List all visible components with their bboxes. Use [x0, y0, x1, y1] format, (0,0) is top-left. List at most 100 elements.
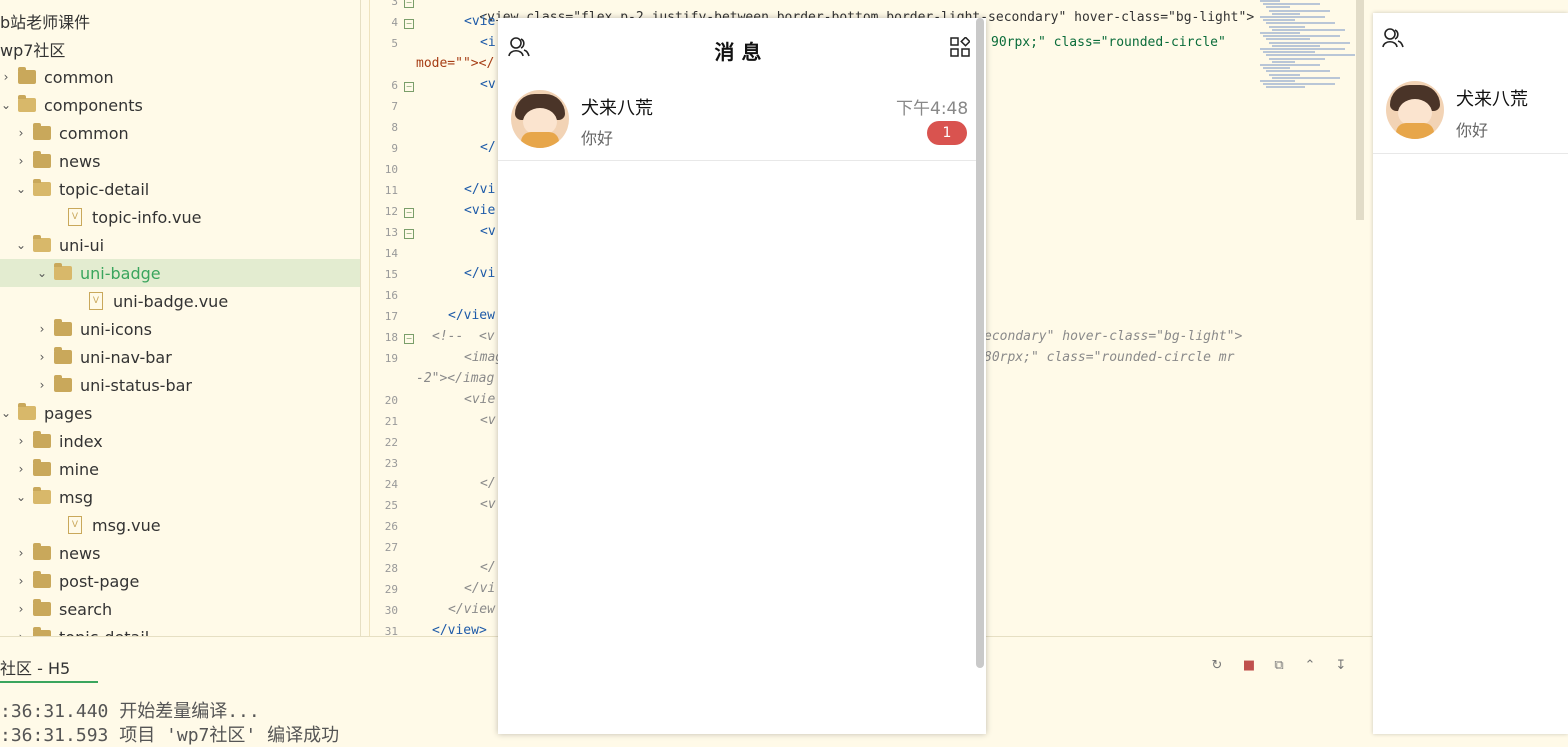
tree-item[interactable]: ›topic-detail [0, 623, 360, 637]
tree-item[interactable]: › uni-status-bar [0, 371, 360, 399]
line-number: 24 [384, 478, 398, 491]
chevron-right-icon[interactable]: › [15, 546, 27, 560]
minimap-line [1263, 19, 1295, 22]
chevron-down-icon[interactable]: ⌄ [0, 406, 12, 420]
line-number: 16 [384, 289, 398, 302]
tree-item[interactable]: › uni-nav-bar [0, 343, 360, 371]
tree-item[interactable]: › news [0, 147, 360, 175]
chevron-down-icon[interactable]: ⌄ [15, 182, 27, 196]
preview-scrollbar[interactable] [976, 18, 984, 668]
editor-scrollbar[interactable] [1356, 0, 1364, 220]
editor-minimap[interactable] [1256, 0, 1356, 100]
line-number: 9 [391, 142, 398, 155]
tree-item[interactable]: › uni-icons [0, 315, 360, 343]
tree-item-label: wp7社区 [0, 41, 66, 60]
chevron-right-icon[interactable]: › [15, 602, 27, 616]
line-number: 18 [384, 331, 398, 344]
console-tab[interactable]: 社区 - H5 [0, 655, 98, 683]
minimap-line [1266, 38, 1310, 41]
chevron-right-icon[interactable]: › [15, 434, 27, 448]
fold-toggle-icon[interactable]: − [404, 229, 414, 239]
message-list-item[interactable]: 犬来八荒 你好 下午4:48 1 [498, 80, 978, 161]
tree-item[interactable]: Vmsg.vue [0, 511, 360, 539]
fold-toggle-icon[interactable]: − [404, 0, 414, 8]
stop-icon[interactable]: ■ [1240, 657, 1258, 675]
message-preview: 你好 [581, 129, 614, 148]
folder-icon [33, 123, 51, 140]
tree-item[interactable]: Vuni-badge.vue [0, 287, 360, 315]
chevron-right-icon[interactable]: › [15, 126, 27, 140]
chevron-right-icon[interactable]: › [36, 350, 48, 364]
folder-icon [33, 459, 51, 476]
tree-item[interactable]: › mine [0, 455, 360, 483]
line-number: 20 [384, 394, 398, 407]
editor-gutter: 3−4−5 6−7 8 9 10 11 12−13−14 15 16 17 18−19 20 21 22 2… [369, 0, 420, 638]
tree-item[interactable]: › news [0, 539, 360, 567]
tree-item-label: components [44, 95, 143, 115]
code-line-5-tail: 90rpx;" class="rounded-circle" [991, 35, 1226, 50]
folder-icon [33, 487, 51, 504]
tree-item-label: news [59, 543, 101, 563]
tree-item-label: post-page [59, 571, 140, 591]
reload-icon[interactable]: ↻ [1208, 657, 1226, 675]
tree-item[interactable]: Vtopic-info.vue [0, 203, 360, 231]
chevron-right-icon[interactable]: › [15, 574, 27, 588]
message-list-item[interactable]: 犬来八荒 你好 [1373, 73, 1568, 154]
fold-toggle-icon[interactable]: − [404, 334, 414, 344]
tree-item[interactable]: ⌄ components [0, 91, 360, 119]
line-number: 8 [391, 121, 398, 134]
scroll-end-icon[interactable]: ↧ [1332, 657, 1350, 675]
minimap-line [1269, 9, 1330, 12]
line-number: 12 [384, 205, 398, 218]
minimap-line [1272, 76, 1340, 79]
fold-toggle-icon[interactable]: − [404, 208, 414, 218]
tree-item-label: mine [59, 459, 100, 479]
chevron-down-icon[interactable]: ⌄ [0, 98, 12, 112]
line-number: 13 [384, 226, 398, 239]
minimap-line [1260, 48, 1345, 50]
chevron-up-icon[interactable]: ⌃ [1301, 657, 1319, 675]
contacts-icon[interactable] [1382, 27, 1404, 49]
chevron-right-icon[interactable]: › [15, 462, 27, 476]
tree-item[interactable]: › search [0, 595, 360, 623]
tree-item-label: msg.vue [92, 515, 161, 535]
chevron-down-icon[interactable]: ⌄ [36, 266, 48, 280]
vue-file-icon: V [68, 516, 82, 534]
open-external-icon[interactable]: ⧉ [1270, 657, 1288, 675]
tree-item[interactable]: ⌄ topic-detail [0, 175, 360, 203]
line-number: 14 [384, 247, 398, 260]
folder-icon [33, 151, 51, 168]
tree-item[interactable]: › common [0, 119, 360, 147]
tree-item[interactable]: b站老师课件 [0, 7, 360, 35]
chevron-right-icon[interactable]: › [36, 322, 48, 336]
fold-toggle-icon[interactable]: − [404, 19, 414, 29]
tree-item-label: msg [59, 487, 94, 507]
chevron-right-icon[interactable]: › [15, 154, 27, 168]
chevron-down-icon[interactable]: ⌄ [15, 490, 27, 504]
chevron-right-icon[interactable]: › [0, 70, 12, 84]
chevron-right-icon[interactable]: › [36, 378, 48, 392]
tree-item[interactable]: › post-page [0, 567, 360, 595]
code-line-21: <v [480, 413, 496, 428]
code-line-4: <vie [464, 14, 496, 29]
tree-item[interactable]: ⌄ pages [0, 399, 360, 427]
minimap-line [1260, 16, 1325, 18]
minimap-line [1263, 35, 1340, 38]
tree-item[interactable]: ⌄ uni-badge [0, 259, 360, 287]
nav-bar: 消 息 [498, 18, 978, 80]
minimap-line [1260, 32, 1300, 34]
fold-toggle-icon[interactable]: − [404, 82, 414, 92]
tree-item-label: uni-nav-bar [80, 347, 172, 367]
tree-item[interactable]: ⌄ uni-ui [0, 231, 360, 259]
tree-item[interactable]: › common [0, 63, 360, 91]
code-line-18: <!-- <v [432, 329, 495, 344]
tree-item[interactable]: ⌄ msg [0, 483, 360, 511]
chevron-down-icon[interactable]: ⌄ [15, 238, 27, 252]
folder-icon [33, 599, 51, 616]
grid-apps-icon[interactable] [950, 37, 970, 57]
tree-item-label: topic-detail [59, 628, 149, 637]
tree-item[interactable]: wp7社区 [0, 35, 360, 63]
tree-item[interactable]: › index [0, 427, 360, 455]
line-number: 26 [384, 520, 398, 533]
vue-file-icon: V [89, 292, 103, 310]
